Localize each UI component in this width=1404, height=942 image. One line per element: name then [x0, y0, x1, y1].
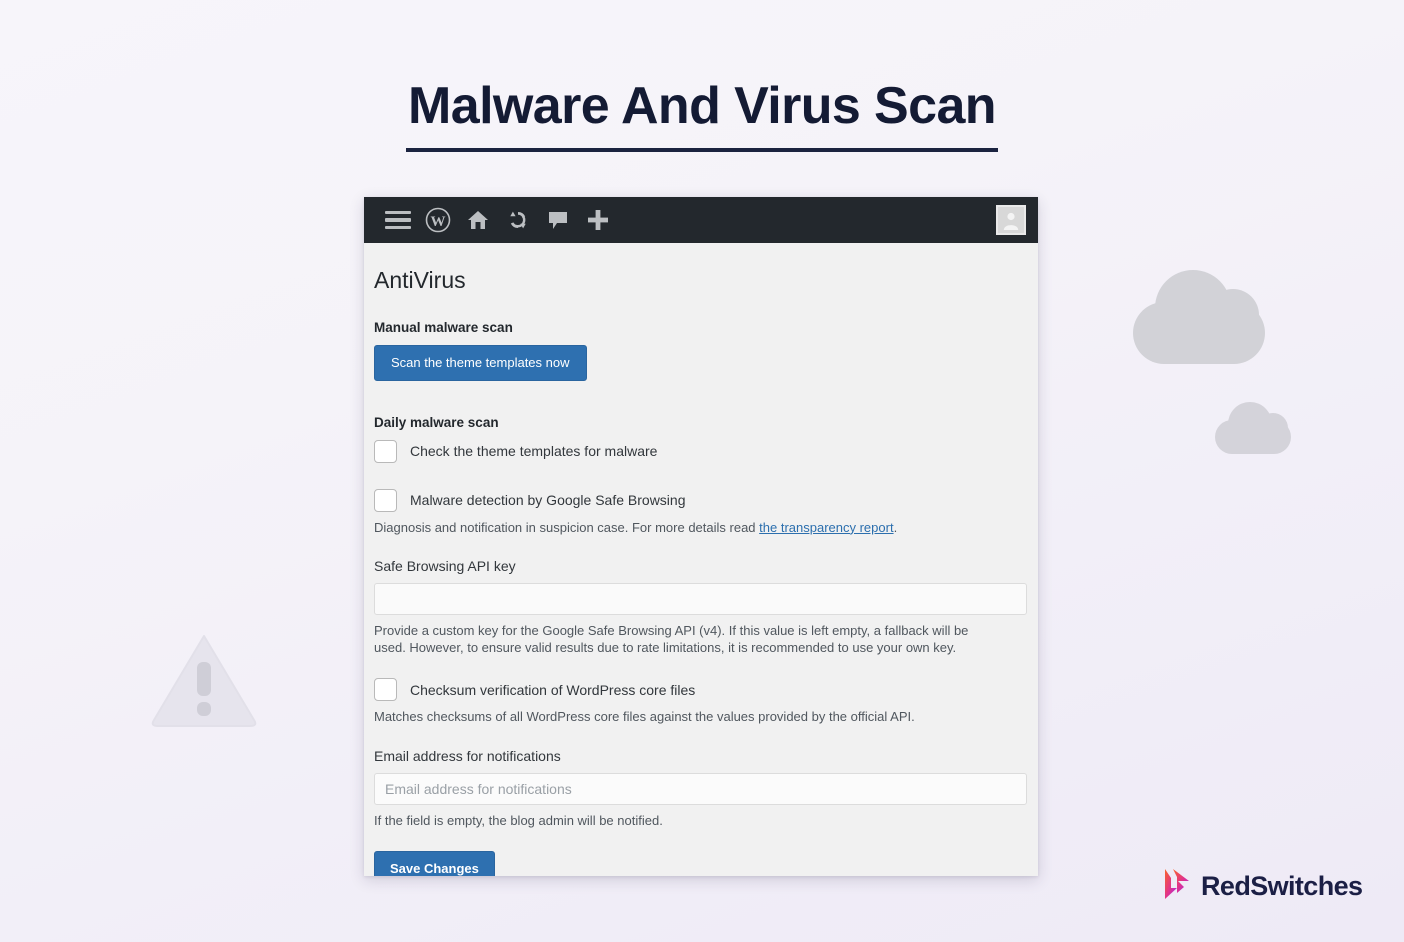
safe-browsing-api-key-input[interactable] [374, 582, 1027, 615]
cloud-icon-large [1133, 270, 1265, 364]
safe-browsing-description-suffix: . [893, 519, 898, 535]
redswitches-brand: RedSwitches [1162, 866, 1363, 907]
checkbox-row-google-safe-browsing[interactable]: Malware detection by Google Safe Browsin… [374, 488, 1016, 512]
settings-content: AntiVirus Manual malware scan Scan the t… [364, 243, 1038, 876]
warning-triangle-icon [150, 632, 258, 728]
email-label: Email address for notifications [374, 747, 561, 764]
checkbox-checksum-verification[interactable] [374, 678, 397, 702]
wp-admin-bar: W [364, 197, 1038, 243]
new-content-icon[interactable] [578, 197, 618, 243]
checkbox-google-safe-browsing[interactable] [374, 488, 397, 512]
wordpress-logo-icon[interactable]: W [418, 197, 458, 243]
notification-email-input[interactable] [374, 772, 1027, 805]
save-changes-button[interactable]: Save Changes [374, 851, 495, 876]
cloud-icon-small [1215, 402, 1291, 454]
safe-browsing-description-text: Diagnosis and notification in suspicion … [374, 519, 760, 535]
scan-theme-templates-button[interactable]: Scan the theme templates now [374, 345, 587, 381]
api-key-label: Safe Browsing API key [374, 557, 516, 574]
safe-browsing-description: Diagnosis and notification in suspicion … [374, 519, 994, 536]
checkbox-theme-templates[interactable] [374, 439, 397, 463]
brand-name: RedSwitches [1201, 871, 1363, 901]
checkbox-theme-templates-label: Check the theme templates for malware [410, 443, 658, 460]
checksum-description: Matches checksums of all WordPress core … [374, 709, 915, 725]
checkbox-row-checksum[interactable]: Checksum verification of WordPress core … [374, 678, 1016, 702]
checkbox-google-safe-browsing-label: Malware detection by Google Safe Browsin… [410, 492, 686, 509]
redswitches-logo-icon [1162, 866, 1194, 907]
email-description: If the field is empty, the blog admin wi… [374, 812, 663, 828]
updates-icon[interactable] [498, 197, 538, 243]
manual-scan-label: Manual malware scan [374, 320, 513, 335]
page-title: Malware And Virus Scan [406, 78, 998, 153]
comments-icon[interactable] [538, 197, 578, 243]
hamburger-glyph [385, 207, 411, 234]
svg-text:W: W [431, 214, 446, 230]
menu-icon[interactable] [378, 197, 418, 243]
home-icon[interactable] [458, 197, 498, 243]
page-heading: AntiVirus [374, 267, 466, 293]
user-avatar-icon[interactable] [996, 205, 1026, 235]
checkbox-checksum-verification-label: Checksum verification of WordPress core … [410, 681, 696, 698]
daily-scan-label: Daily malware scan [374, 414, 499, 430]
api-key-description: Provide a custom key for the Google Safe… [374, 622, 969, 656]
page-title-container: Malware And Virus Scan [0, 78, 1404, 153]
transparency-report-link[interactable]: the transparency report [759, 520, 893, 535]
checkbox-row-theme-templates[interactable]: Check the theme templates for malware [374, 439, 1016, 463]
wordpress-admin-panel: W AntiVirus Manual malware scan Scan the… [364, 197, 1038, 876]
